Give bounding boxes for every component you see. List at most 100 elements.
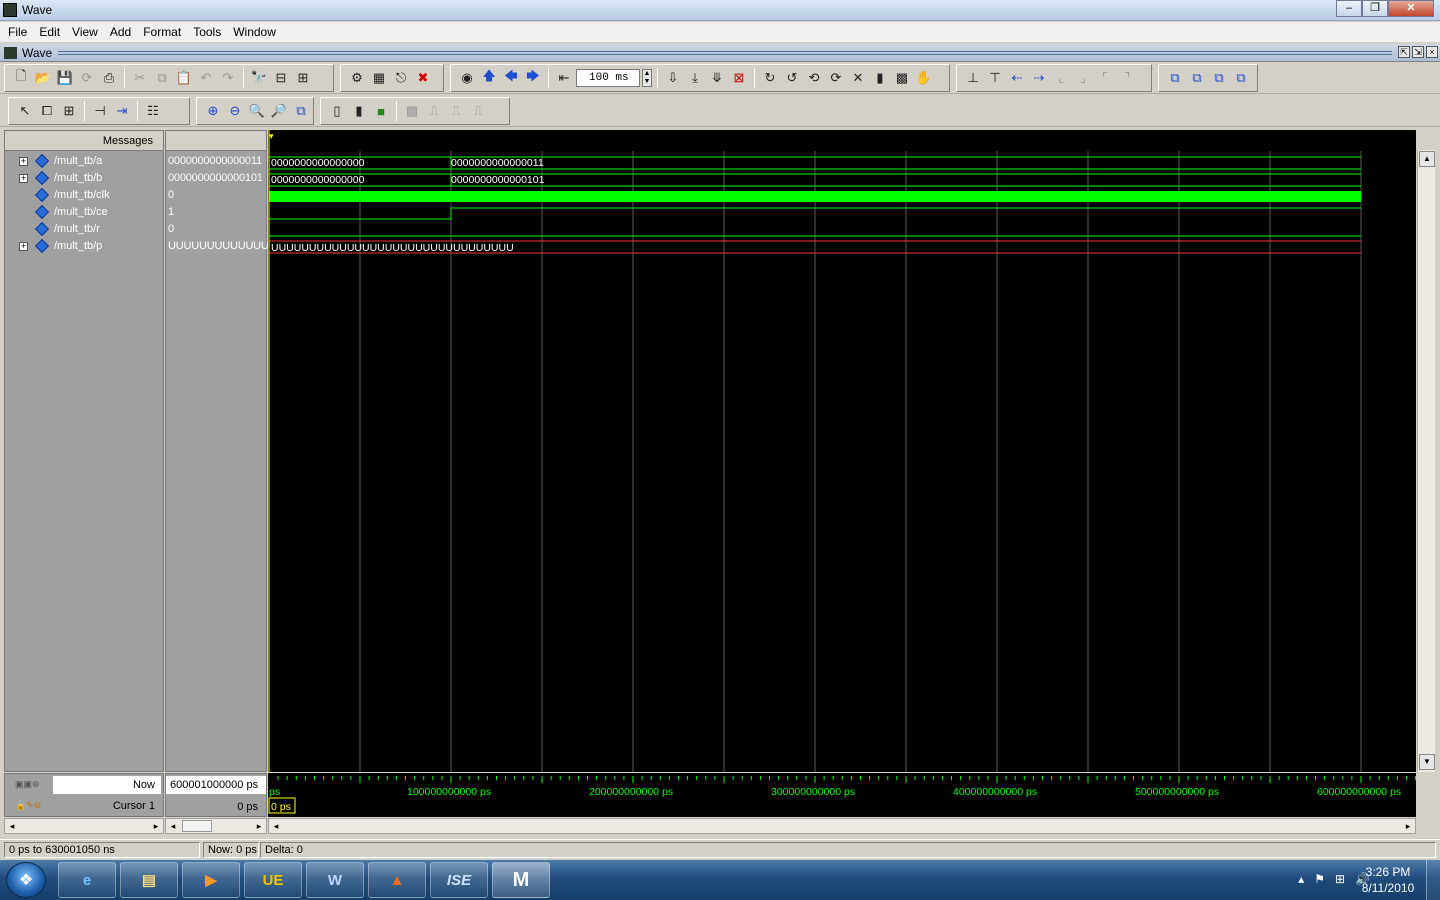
signal-row-a[interactable]: + /mult_tb/a: [5, 153, 163, 170]
tray-flag-icon[interactable]: ⚑: [1314, 872, 1325, 886]
memory-icon[interactable]: ▩: [892, 68, 912, 88]
zoom-in-icon[interactable]: ⊕: [203, 101, 223, 121]
scroll-right-icon[interactable]: ▸: [1401, 819, 1415, 833]
wave-vertical-scrollbar[interactable]: ▲ ▼: [1417, 150, 1435, 772]
menu-window[interactable]: Window: [229, 25, 284, 39]
scroll-up-icon[interactable]: ▲: [1419, 151, 1435, 167]
layout-3-icon[interactable]: ⧉: [1209, 68, 1229, 88]
menu-view[interactable]: View: [68, 25, 106, 39]
next-falling-icon[interactable]: ⌟: [1073, 68, 1093, 88]
prev-rising-icon[interactable]: ⌜: [1095, 68, 1115, 88]
timeline-ruler[interactable]: 100000000000 ps 200000000000 ps 3000000000…: [268, 773, 1416, 817]
show-names-icon[interactable]: ▯: [327, 101, 347, 121]
pane-undock-button[interactable]: ⇲: [1412, 46, 1424, 58]
waveform-canvas[interactable]: ▾ 0000000000000000 0000000000000011 0000…: [268, 130, 1416, 772]
zoom-cursor-icon[interactable]: 🔎: [269, 101, 289, 121]
run-all-icon[interactable]: ⤋: [707, 68, 727, 88]
step-over-icon[interactable]: ↺: [782, 68, 802, 88]
taskbar-clock[interactable]: 3:26 PM 8/11/2010: [1358, 864, 1418, 896]
taskbar-media-player-icon[interactable]: ▶: [182, 862, 240, 898]
close-button[interactable]: ✕: [1388, 0, 1434, 17]
cursor-label[interactable]: Cursor 1: [113, 800, 155, 812]
select-mode-icon[interactable]: ↖: [15, 101, 35, 121]
taskbar-ultraedit-icon[interactable]: UE: [244, 862, 302, 898]
names-hscrollbar[interactable]: ◂ ▸: [4, 818, 164, 834]
save-icon[interactable]: 💾: [55, 68, 75, 88]
scroll-left-icon[interactable]: ◂: [166, 819, 180, 833]
next-rising-icon[interactable]: ⌝: [1117, 68, 1137, 88]
restart-icon[interactable]: ⇤: [554, 68, 574, 88]
zoom-last-icon[interactable]: ⧉: [291, 101, 311, 121]
pane-close-button[interactable]: ×: [1426, 46, 1438, 58]
menu-format[interactable]: Format: [139, 25, 189, 39]
prev-falling-icon[interactable]: ⌞: [1051, 68, 1071, 88]
menu-tools[interactable]: Tools: [189, 25, 229, 39]
compile-all-icon[interactable]: ▦: [369, 68, 389, 88]
step-back-icon[interactable]: ⟳: [826, 68, 846, 88]
signal-icon[interactable]: ⇥: [112, 101, 132, 121]
taskbar-modelsim-icon[interactable]: M: [492, 862, 550, 898]
wave-hscrollbar[interactable]: ◂ ▸: [268, 818, 1416, 834]
run-length-input[interactable]: 100 ms: [576, 69, 640, 87]
start-button-icon[interactable]: ❖: [6, 862, 46, 898]
taskbar-ie-icon[interactable]: e: [58, 862, 116, 898]
minimize-button[interactable]: –: [1336, 0, 1362, 17]
print-icon[interactable]: ⎙: [99, 68, 119, 88]
show-desktop-button[interactable]: [1426, 860, 1440, 900]
scroll-left-icon[interactable]: ◂: [5, 819, 19, 833]
signal-row-ce[interactable]: /mult_tb/ce: [5, 204, 163, 221]
insert-cursor-icon[interactable]: ⊥: [963, 68, 983, 88]
scroll-down-icon[interactable]: ▼: [1419, 754, 1435, 770]
run-length-spinner[interactable]: ▲ ▼: [642, 69, 652, 87]
open-folder-icon[interactable]: 📂: [33, 68, 53, 88]
show-values-icon[interactable]: ▮: [349, 101, 369, 121]
taskbar-ise-icon[interactable]: ISE: [430, 862, 488, 898]
expand-icon[interactable]: +: [19, 242, 28, 251]
add-cursor-icon[interactable]: ⊣: [90, 101, 110, 121]
paste-icon[interactable]: 📋: [174, 68, 194, 88]
zoom-mode-icon[interactable]: ⧠: [37, 101, 57, 121]
break-icon[interactable]: ✖: [413, 68, 433, 88]
hand-icon[interactable]: ✋: [914, 68, 934, 88]
copy-icon[interactable]: ⧉: [152, 68, 172, 88]
zoom-out-icon[interactable]: ⊖: [225, 101, 245, 121]
expand-icon[interactable]: +: [19, 174, 28, 183]
waveform-svg[interactable]: ▾ 0000000000000000 0000000000000011 0000…: [268, 130, 1416, 772]
performance-icon[interactable]: ▮: [870, 68, 890, 88]
next-edge-icon[interactable]: ⇢: [1029, 68, 1049, 88]
collapse-all-icon[interactable]: ⊟: [271, 68, 291, 88]
pane-drag-handle[interactable]: [58, 51, 1392, 55]
find-icon[interactable]: 🔭: [249, 68, 269, 88]
environment-icon[interactable]: ◉: [457, 68, 477, 88]
reload-icon[interactable]: ⟳: [77, 68, 97, 88]
delete-cursor-icon[interactable]: ⊤: [985, 68, 1005, 88]
cursor-toolbar-icons[interactable]: ▣▣⊕: [15, 779, 40, 790]
step-out-icon[interactable]: ⟲: [804, 68, 824, 88]
tray-network-icon[interactable]: ⊞: [1335, 872, 1345, 886]
signal-row-b[interactable]: + /mult_tb/b: [5, 170, 163, 187]
simulate-icon[interactable]: ⎋: [391, 68, 411, 88]
any-edge-icon[interactable]: ⎍: [468, 101, 488, 121]
forward-arrow-icon[interactable]: 🡆: [523, 68, 543, 88]
taskbar-word-icon[interactable]: W: [306, 862, 364, 898]
maximize-button[interactable]: ❐: [1362, 0, 1388, 17]
menu-edit[interactable]: Edit: [35, 25, 68, 39]
expand-icon[interactable]: +: [19, 157, 28, 166]
scroll-right-icon[interactable]: ▸: [149, 819, 163, 833]
dataflow-icon[interactable]: ☷: [143, 101, 163, 121]
layout-icon[interactable]: ⧉: [1165, 68, 1185, 88]
scroll-thumb[interactable]: [182, 820, 212, 832]
up-arrow-icon[interactable]: 🡅: [479, 68, 499, 88]
layout-2-icon[interactable]: ⧉: [1187, 68, 1207, 88]
step-icon[interactable]: ↻: [760, 68, 780, 88]
stop-icon[interactable]: ⊠: [729, 68, 749, 88]
rising-edge-icon[interactable]: ⎍: [424, 101, 444, 121]
continue-icon[interactable]: ⤓: [685, 68, 705, 88]
values-hscrollbar[interactable]: ◂ ▸: [165, 818, 267, 834]
new-file-icon[interactable]: 🗋: [11, 68, 31, 88]
clear-icon[interactable]: ✕: [848, 68, 868, 88]
prev-edge-icon[interactable]: ⇠: [1007, 68, 1027, 88]
layout-4-icon[interactable]: ⧉: [1231, 68, 1251, 88]
timeline-svg[interactable]: 100000000000 ps 200000000000 ps 3000000000…: [268, 773, 1416, 817]
tray-expand-icon[interactable]: ▴: [1298, 872, 1304, 886]
